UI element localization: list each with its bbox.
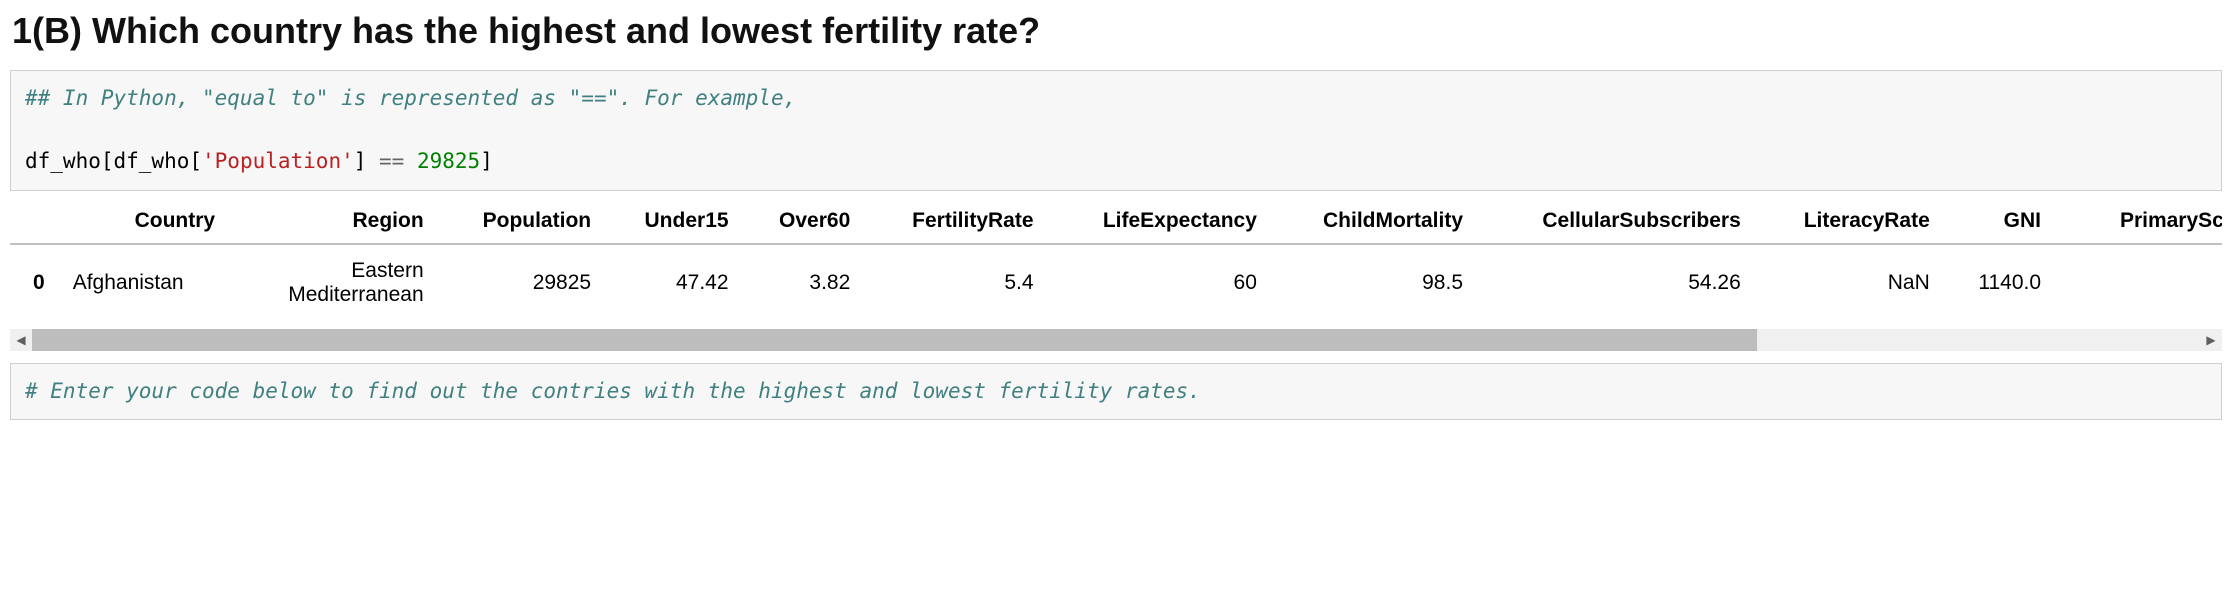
table-header-index (10, 199, 59, 244)
code-comment: # Enter your code below to find out the … (25, 379, 1201, 403)
table-cell: 54.26 (1477, 244, 1755, 321)
code-comment: ## In Python, "equal to" is represented … (25, 86, 796, 110)
table-cell: Eastern Mediterranean (229, 244, 438, 321)
table-cell: 98.5 (1271, 244, 1477, 321)
dataframe-table: Country Region Population Under15 Over60… (10, 199, 2222, 321)
table-header-row: Country Region Population Under15 Over60… (10, 199, 2222, 244)
horizontal-scrollbar[interactable]: ◀ ▶ (10, 329, 2222, 351)
table-header: CellularSubscribers (1477, 199, 1755, 244)
table-cell: 5.4 (864, 244, 1047, 321)
code-token-operator: == (366, 149, 417, 173)
table-cell: 3.82 (743, 244, 865, 321)
table-cell: NaN (1755, 244, 1944, 321)
table-header: LiteracyRate (1755, 199, 1944, 244)
table-cell (2055, 244, 2222, 321)
table-header: Country (59, 199, 229, 244)
table-cell: 60 (1048, 244, 1271, 321)
scroll-thumb[interactable] (32, 329, 1757, 351)
table-header: Over60 (743, 199, 865, 244)
code-token: ] (480, 149, 493, 173)
code-cell-1[interactable]: ## In Python, "equal to" is represented … (10, 70, 2222, 191)
scroll-right-arrow-icon[interactable]: ▶ (2200, 329, 2222, 351)
table-header: GNI (1944, 199, 2055, 244)
output-area: Country Region Population Under15 Over60… (10, 199, 2222, 321)
table-cell-index: 0 (10, 244, 59, 321)
code-token-number: 29825 (417, 149, 480, 173)
table-header: Under15 (605, 199, 742, 244)
table-cell: 47.42 (605, 244, 742, 321)
table-header: PrimarySchoolEnro (2055, 199, 2222, 244)
table-header: LifeExpectancy (1048, 199, 1271, 244)
table-header: ChildMortality (1271, 199, 1477, 244)
table-cell: Afghanistan (59, 244, 229, 321)
code-token: ] (354, 149, 367, 173)
code-token-string: 'Population' (202, 149, 354, 173)
table-header: FertilityRate (864, 199, 1047, 244)
table-cell: 29825 (438, 244, 605, 321)
table-header: Population (438, 199, 605, 244)
code-cell-2[interactable]: # Enter your code below to find out the … (10, 363, 2222, 421)
scroll-left-arrow-icon[interactable]: ◀ (10, 329, 32, 351)
code-token: df_who[df_who[ (25, 149, 202, 173)
table-header: Region (229, 199, 438, 244)
table-row: 0 Afghanistan Eastern Mediterranean 2982… (10, 244, 2222, 321)
markdown-heading: 1(B) Which country has the highest and l… (0, 0, 2232, 70)
table-cell: 1140.0 (1944, 244, 2055, 321)
